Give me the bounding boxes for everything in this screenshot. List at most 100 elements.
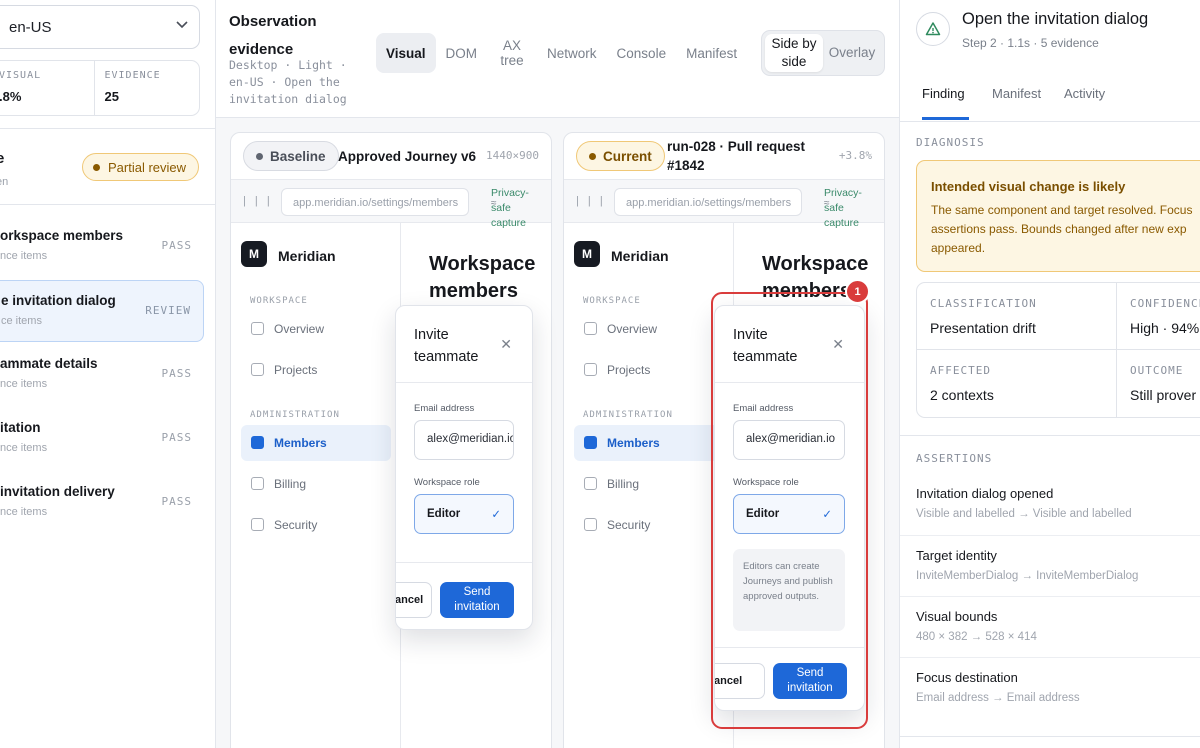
metric-value: Presentation drift [930,320,1036,336]
baseline-badge: Baseline [243,141,339,171]
metric-label: CLASSIFICATION [930,297,1037,310]
brand-name: Meridian [611,248,669,264]
assertion-title: Focus destination [916,670,1018,685]
nav-label: Security [274,518,318,532]
nav-label: Members [274,436,327,450]
window-controls-icon: | | | [576,195,606,207]
tab-dom[interactable]: DOM [436,33,488,73]
step-title: Open the invitation dialog [962,10,1149,28]
role-label: Workspace role [414,477,480,488]
role-select[interactable]: Editor ✓ [414,494,514,534]
step-item[interactable]: ammate details nce items PASS [0,344,204,406]
privacy-icon: ≈ [491,198,497,209]
assertion-item[interactable]: Target identity InviteMemberDialog → Inv… [900,535,1200,597]
locale-select[interactable]: en-US [0,5,200,49]
assertion-item[interactable]: Visual bounds 480 × 382 → 528 × 414 [900,596,1200,658]
diagnosis-callout: Intended visual change is likely The sam… [916,160,1200,272]
checkbox-icon [251,477,264,490]
address-bar: | | | app.meridian.io/settings/members ≈… [564,179,884,229]
run-stats: VISUAL .8% EVIDENCE 25 [0,60,200,116]
diff-marker[interactable]: 1 [845,279,870,304]
metrics-grid: CLASSIFICATION Presentation drift CONFID… [916,282,1200,418]
journey-subtitle: en [0,176,9,188]
side-by-side-option[interactable]: Side by side [765,34,823,72]
nav-section-workspace: WORKSPACE [250,296,308,306]
brand-logo: M [574,241,600,267]
send-invitation-button[interactable]: Send invitation [440,582,514,618]
tab-finding[interactable]: Finding [922,86,965,101]
assertion-item[interactable]: Focus destination Email address → Email … [900,657,1200,737]
nav-label: Members [607,436,660,450]
page-title: Workspace members [429,253,536,302]
journey-sidebar: en-US VISUAL .8% EVIDENCE 25 e en Partia… [0,0,216,748]
checkbox-icon [584,363,597,376]
nav-item-security[interactable]: Security [241,507,391,543]
checkbox-icon [584,518,597,531]
modal-title: Invite teammate [414,327,479,365]
metric-affected: AFFECTED 2 contexts [917,350,1117,417]
url-field: app.meridian.io/settings/members [614,188,802,216]
step-status: PASS [161,431,192,444]
step-item[interactable]: orkspace members nce items PASS [0,216,204,278]
app-window: en-US VISUAL .8% EVIDENCE 25 e en Partia… [0,0,1200,748]
status-dot-icon [256,152,263,160]
nav-item-overview[interactable]: Overview [241,311,391,347]
tab-manifest[interactable]: Manifest [992,86,1041,101]
step-item[interactable]: itation nce items PASS [0,408,204,470]
callout-body: The same component and target resolved. … [931,203,1193,255]
step-title: itation [0,420,41,435]
tab-ax-tree[interactable]: AX tree [487,33,537,73]
baseline-dimensions: 1440×900 [486,149,539,162]
nav-item-billing[interactable]: Billing [241,466,391,502]
checkbox-icon [584,477,597,490]
role-value: Editor [427,508,461,520]
nav-item-projects[interactable]: Projects [241,352,391,388]
step-item[interactable]: invitation delivery nce items PASS [0,472,204,534]
nav-item-billing[interactable]: Billing [574,466,724,502]
nav-label: Billing [274,477,307,491]
view-mode-toggle: Side by side Overlay [761,30,885,76]
tab-visual[interactable]: Visual [376,33,436,73]
overlay-option[interactable]: Overlay [823,34,881,72]
nav-item-projects[interactable]: Projects [574,352,724,388]
assertion-detail: Email address → Email address [916,692,1080,704]
review-status-label: Partial review [108,159,187,175]
divider [0,204,215,205]
checkbox-icon [251,322,264,335]
email-field[interactable]: alex@meridian.io [414,420,514,460]
app-sidebar: M Meridian WORKSPACE Overview Projects A… [564,223,734,748]
stat-evidence: EVIDENCE 25 [93,61,200,115]
metric-value: Still prover [1130,387,1197,403]
step-subtitle: nce items [0,250,48,262]
brand-logo: M [241,241,267,267]
cancel-button[interactable]: ancel [396,582,432,618]
tab-manifest[interactable]: Manifest [676,33,747,73]
warning-icon [916,12,950,46]
journey-title: e [0,150,4,167]
tab-network[interactable]: Network [537,33,607,73]
tab-console[interactable]: Console [607,33,677,73]
assertion-title: Invitation dialog opened [916,486,1054,501]
review-status-badge: Partial review [82,153,200,181]
nav-item-security[interactable]: Security [574,507,724,543]
nav-item-overview[interactable]: Overview [574,311,724,347]
divider [0,128,215,129]
evidence-tabs: Visual DOM AX tree Network Console Manif… [376,33,747,73]
assertion-title: Target identity [916,548,997,563]
tab-activity[interactable]: Activity [1064,86,1105,101]
step-subtitle: nce items [0,442,48,454]
status-dot-icon [93,163,100,171]
divider [900,435,1200,436]
email-label: Email address [414,403,475,414]
nav-item-members[interactable]: Members [241,425,391,461]
step-item-active[interactable]: e invitation dialog ce items REVIEW [0,280,204,342]
step-subtitle: nce items [0,378,48,390]
check-icon: ✓ [491,509,501,521]
nav-item-members[interactable]: Members [574,425,724,461]
baseline-label: Approved Journey v6 [338,149,477,164]
close-icon[interactable]: ✕ [500,336,512,353]
nav-label: Projects [607,363,651,377]
current-label: run-028 · Pull request #1842 [667,139,806,173]
assertion-item[interactable]: Invitation dialog opened Visible and lab… [900,474,1200,536]
diff-highlight-box[interactable] [711,292,868,729]
